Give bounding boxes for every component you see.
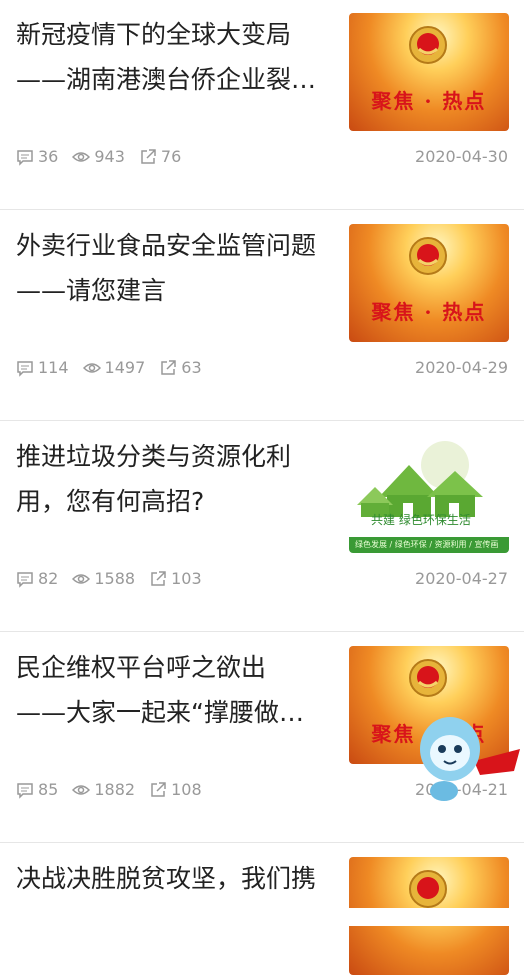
share-icon: [141, 148, 156, 164]
article-stats: 82 1588 103: [16, 569, 216, 588]
eye-icon: [82, 362, 101, 373]
article-thumbnail[interactable]: 聚焦 · 热点: [349, 13, 509, 131]
eye-icon: [72, 151, 91, 162]
comment-icon: [17, 360, 33, 377]
article-thumbnail[interactable]: 共建 绿色环保生活 绿色发展 / 绿色环保 / 资源利用 / 宣传画: [349, 435, 509, 553]
share-count[interactable]: 63: [159, 358, 202, 377]
green-houses-icon: [357, 441, 483, 517]
divider: [0, 420, 524, 421]
comment-count[interactable]: 85: [16, 780, 58, 799]
comment-count[interactable]: 82: [16, 569, 58, 588]
comment-icon: [17, 149, 33, 166]
eye-icon: [72, 573, 91, 584]
article-title[interactable]: 新冠疫情下的全球大变局 ——湖南港澳台侨企业裂…: [16, 12, 336, 102]
divider: [0, 631, 524, 632]
article-stats: 114 1497 63: [16, 358, 216, 377]
share-count[interactable]: 103: [149, 569, 202, 588]
list-item[interactable]: 推进垃圾分类与资源化利 用，您有何高招? 共建 绿色环保生活 绿色发展 / 绿色…: [0, 422, 524, 632]
emblem-icon: [409, 659, 447, 697]
view-count: 1882: [72, 780, 135, 799]
view-count: 1497: [82, 358, 145, 377]
article-date: 2020-04-29: [415, 358, 508, 377]
list-item[interactable]: 新冠疫情下的全球大变局 ——湖南港澳台侨企业裂… 聚焦 · 热点 36 943 …: [0, 0, 524, 210]
thumbnail-caption: 聚焦 · 热点: [371, 300, 487, 324]
eye-icon: [72, 784, 91, 795]
article-title[interactable]: 推进垃圾分类与资源化利 用，您有何高招?: [16, 434, 336, 524]
emblem-icon: [409, 870, 447, 908]
list-item[interactable]: 外卖行业食品安全监管问题 ——请您建言 聚焦 · 热点 114 1497 63 …: [0, 211, 524, 421]
mascot-floating-button[interactable]: [414, 709, 522, 805]
comment-icon: [17, 571, 33, 588]
thumbnail-caption: 聚焦 · 热点: [371, 89, 487, 113]
divider: [0, 209, 524, 210]
comment-icon: [17, 782, 33, 799]
list-item[interactable]: 民企维权平台呼之欲出 ——大家一起来“撑腰做… 聚焦 · 热点 85 1882 …: [0, 633, 524, 843]
share-icon: [151, 570, 166, 586]
share-count[interactable]: 76: [139, 147, 181, 166]
article-stats: 85 1882 108: [16, 780, 216, 799]
article-thumbnail[interactable]: 聚焦 · 热点: [349, 224, 509, 342]
article-title[interactable]: 外卖行业食品安全监管问题 ——请您建言: [16, 223, 336, 313]
article-stats: 36 943 76: [16, 147, 195, 166]
article-title[interactable]: 决战决胜脱贫攻坚，我们携: [16, 856, 336, 901]
share-icon: [151, 781, 166, 797]
article-title[interactable]: 民企维权平台呼之欲出 ——大家一起来“撑腰做…: [16, 645, 336, 735]
emblem-icon: [409, 26, 447, 64]
article-date: 2020-04-30: [415, 147, 508, 166]
view-count: 943: [72, 147, 125, 166]
thumbnail-band: 绿色发展 / 绿色环保 / 资源利用 / 宣传画: [349, 537, 509, 553]
divider: [0, 842, 524, 843]
emblem-icon: [409, 237, 447, 275]
comment-count[interactable]: 36: [16, 147, 58, 166]
article-date: 2020-04-27: [415, 569, 508, 588]
thumbnail-caption: 共建 绿色环保生活: [371, 513, 471, 527]
comment-count[interactable]: 114: [16, 358, 69, 377]
view-count: 1588: [72, 569, 135, 588]
share-count[interactable]: 108: [149, 780, 202, 799]
share-icon: [161, 359, 177, 375]
bottom-fade: [0, 908, 524, 926]
